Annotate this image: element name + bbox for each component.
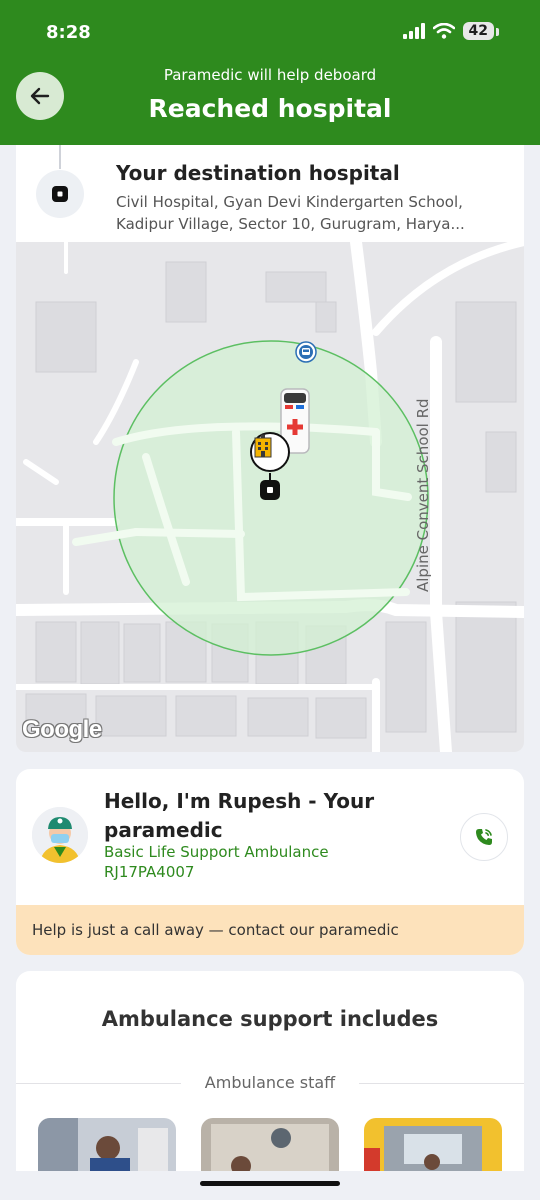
ambulance-type: Basic Life Support Ambulance — [104, 843, 329, 861]
phone-icon — [476, 829, 492, 845]
destination-marker-icon — [260, 480, 280, 500]
paramedic-avatar — [32, 807, 88, 863]
paramedic-card: Hello, I'm Rupesh - Your paramedic Basic… — [16, 769, 524, 955]
header-bar: 8:28 42 Paramedic will help deboard Reac… — [0, 0, 540, 145]
staff-photo[interactable] — [364, 1118, 502, 1171]
ambulance-plate: RJ17PA4007 — [104, 863, 195, 881]
wifi-icon — [432, 23, 455, 39]
call-paramedic-button[interactable] — [460, 813, 508, 861]
divider-line — [359, 1083, 524, 1084]
page-title: Reached hospital — [148, 94, 392, 123]
staff-photo[interactable] — [201, 1118, 339, 1171]
destination-card: Your destination hospital Civil Hospital… — [16, 145, 524, 242]
hospital-marker-icon[interactable] — [250, 432, 290, 472]
map-view[interactable]: Alpine Convent School Rd Google — [16, 242, 524, 752]
signal-icon — [402, 23, 425, 39]
home-indicator[interactable] — [200, 1181, 340, 1186]
help-banner: Help is just a call away — contact our p… — [16, 905, 524, 955]
battery-indicator: 42 — [462, 22, 500, 40]
bus-stop-icon — [295, 341, 317, 363]
destination-title: Your destination hospital — [116, 161, 400, 185]
destination-address: Civil Hospital, Gyan Devi Kindergarten S… — [116, 193, 465, 233]
support-title: Ambulance support includes — [101, 1007, 439, 1031]
status-icons: 42 — [402, 22, 500, 40]
header-subtitle: Paramedic will help deboard — [163, 66, 377, 84]
paramedic-name: Hello, I'm Rupesh - Your paramedic — [104, 789, 375, 842]
road-label: Alpine Convent School Rd — [414, 398, 432, 592]
destination-pin-icon — [36, 170, 84, 218]
section-divider: Ambulance staff — [16, 1073, 524, 1093]
status-time: 8:28 — [46, 22, 91, 43]
route-connector-line — [59, 145, 61, 169]
support-card: Ambulance support includes Ambulance sta… — [16, 971, 524, 1171]
staff-photo[interactable] — [38, 1118, 176, 1171]
google-logo: Google — [22, 716, 102, 743]
